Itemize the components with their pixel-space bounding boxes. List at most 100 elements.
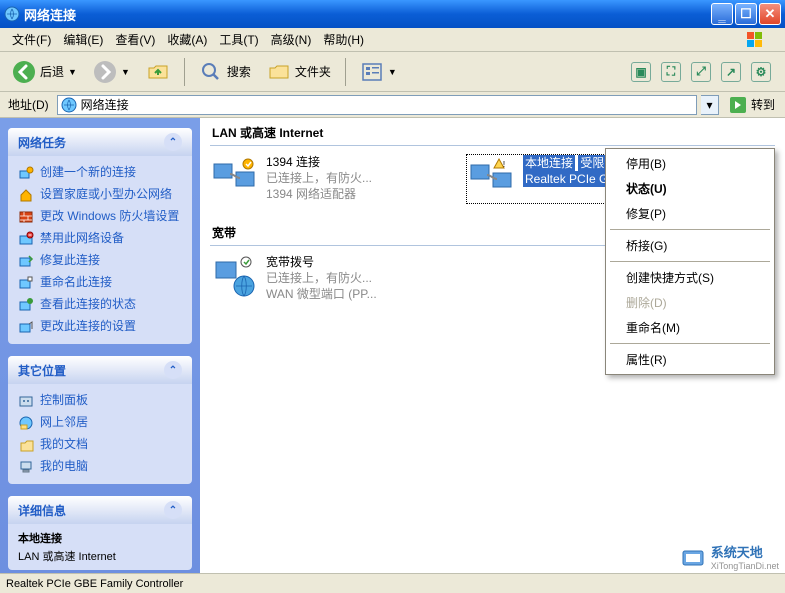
close-button[interactable]: ✕ [759,3,781,25]
menu-tools[interactable]: 工具(T) [213,29,264,50]
ext-icon-4[interactable]: ↗ [721,62,741,82]
menu-view[interactable]: 查看(V) [109,29,161,50]
window-title: 网络连接 [24,5,711,24]
ext-icon-2[interactable]: ⛶ [661,62,681,82]
task-firewall[interactable]: 更改 Windows 防火墙设置 [18,206,182,228]
connection-broadband-dial[interactable]: 宽带拨号 已连接上，有防火... WAN 微型端口 (PP... [210,254,450,303]
cm-status[interactable]: 状态(U) [608,176,772,201]
back-button[interactable]: 后退 ▼ [6,56,83,88]
svg-text:!: ! [503,160,505,169]
menu-favorites[interactable]: 收藏(A) [161,29,213,50]
context-menu: 停用(B) 状态(U) 修复(P) 桥接(G) 创建快捷方式(S) 删除(D) … [605,148,775,375]
go-button[interactable]: 转到 [723,96,781,114]
cm-separator [610,229,770,230]
connection-device: 1394 网络适配器 [266,186,372,202]
network-tasks-header[interactable]: 网络任务 ⌃ [8,128,192,156]
firewall-icon [18,209,34,225]
connection-icon [210,154,258,202]
views-icon [360,60,384,84]
toolbar: 后退 ▼ ▼ 搜索 文件夹 ▼ ▣ ⛶ ⤢ ↗ ⚙ [0,52,785,92]
connection-device: WAN 微型端口 (PP... [266,286,377,302]
minimize-button[interactable]: ‗ [711,3,733,25]
connection-status: 已连接上，有防火... [266,270,377,286]
task-repair[interactable]: 修复此连接 [18,250,182,272]
ext-icon-1[interactable]: ▣ [631,62,651,82]
cm-shortcut[interactable]: 创建快捷方式(S) [608,265,772,290]
rename-icon [18,275,34,291]
window-buttons: ‗ ☐ ✕ [711,3,781,25]
details-header[interactable]: 详细信息 ⌃ [8,496,192,524]
task-disable[interactable]: 禁用此网络设备 [18,228,182,250]
task-status[interactable]: 查看此连接的状态 [18,294,182,316]
network-tasks-title: 网络任务 [18,134,66,151]
disable-icon [18,231,34,247]
views-button[interactable]: ▼ [354,56,403,88]
mycomputer-icon [18,459,34,475]
address-input[interactable]: 网络连接 [57,95,697,115]
search-icon [199,60,223,84]
props-icon [18,319,34,335]
task-properties[interactable]: 更改此连接的设置 [18,316,182,338]
new-conn-icon [18,165,34,181]
section-lan-head: LAN 或高速 Internet [210,122,775,146]
task-home-network[interactable]: 设置家庭或小型办公网络 [18,184,182,206]
ext-icon-3[interactable]: ⤢ [691,62,711,82]
collapse-icon: ⌃ [164,501,182,519]
repair-icon [18,253,34,269]
place-control-panel[interactable]: 控制面板 [18,390,182,412]
cm-properties[interactable]: 属性(R) [608,347,772,372]
address-bar: 地址(D) 网络连接 ▾ 转到 [0,92,785,118]
connection-icon: ! [467,155,515,203]
task-rename[interactable]: 重命名此连接 [18,272,182,294]
forward-dropdown-icon: ▼ [121,67,130,77]
connection-status: 已连接上，有防火... [266,170,372,186]
menu-advanced[interactable]: 高级(N) [265,29,318,50]
go-icon [729,96,747,114]
menu-help[interactable]: 帮助(H) [317,29,370,50]
menu-file[interactable]: 文件(F) [6,29,57,50]
connection-1394[interactable]: 1394 连接 已连接上，有防火... 1394 网络适配器 [210,154,450,204]
task-new-connection[interactable]: 创建一个新的连接 [18,162,182,184]
watermark-url: XiTongTianDi.net [711,561,779,571]
cm-repair[interactable]: 修复(P) [608,201,772,226]
connection-name: 宽带拨号 [266,254,377,270]
back-icon [12,60,36,84]
place-my-computer[interactable]: 我的电脑 [18,456,182,478]
home-net-icon [18,187,34,203]
content-area: LAN 或高速 Internet 1394 连接 已连接上，有防火... 139… [200,118,785,573]
toolbar-separator [184,58,185,86]
menu-bar: 文件(F) 编辑(E) 查看(V) 收藏(A) 工具(T) 高级(N) 帮助(H… [0,28,785,52]
up-button[interactable] [140,56,176,88]
address-dropdown[interactable]: ▾ [701,95,719,115]
connection-icon [210,254,258,302]
watermark: 系统天地 XiTongTianDi.net [679,542,779,571]
forward-button[interactable]: ▼ [87,56,136,88]
ext-icon-5[interactable]: ⚙ [751,62,771,82]
details-category: LAN 或高速 Internet [18,548,182,564]
cm-disable[interactable]: 停用(B) [608,151,772,176]
connection-name: 1394 连接 [266,154,372,170]
cm-separator [610,261,770,262]
search-button[interactable]: 搜索 [193,56,257,88]
menu-edit[interactable]: 编辑(E) [57,29,109,50]
other-places-header[interactable]: 其它位置 ⌃ [8,356,192,384]
address-icon [61,97,77,113]
status-text: Realtek PCIe GBE Family Controller [6,578,183,590]
cm-rename[interactable]: 重命名(M) [608,315,772,340]
folders-button[interactable]: 文件夹 [261,56,337,88]
windows-flag-icon [743,29,779,51]
window-icon [4,6,20,22]
place-my-documents[interactable]: 我的文档 [18,434,182,456]
details-title: 详细信息 [18,502,66,519]
cm-bridge[interactable]: 桥接(G) [608,233,772,258]
other-places-body: 控制面板 网上邻居 我的文档 我的电脑 [8,384,192,484]
place-network-neighborhood[interactable]: 网上邻居 [18,412,182,434]
maximize-button[interactable]: ☐ [735,3,757,25]
network-tasks-body: 创建一个新的连接 设置家庭或小型办公网络 更改 Windows 防火墙设置 禁用… [8,156,192,344]
collapse-icon: ⌃ [164,133,182,151]
back-label: 后退 [40,63,64,80]
toolbar-separator [345,58,346,86]
netneigh-icon [18,415,34,431]
connection-name: 本地连接 [523,155,575,171]
status-bar: Realtek PCIe GBE Family Controller [0,573,785,593]
